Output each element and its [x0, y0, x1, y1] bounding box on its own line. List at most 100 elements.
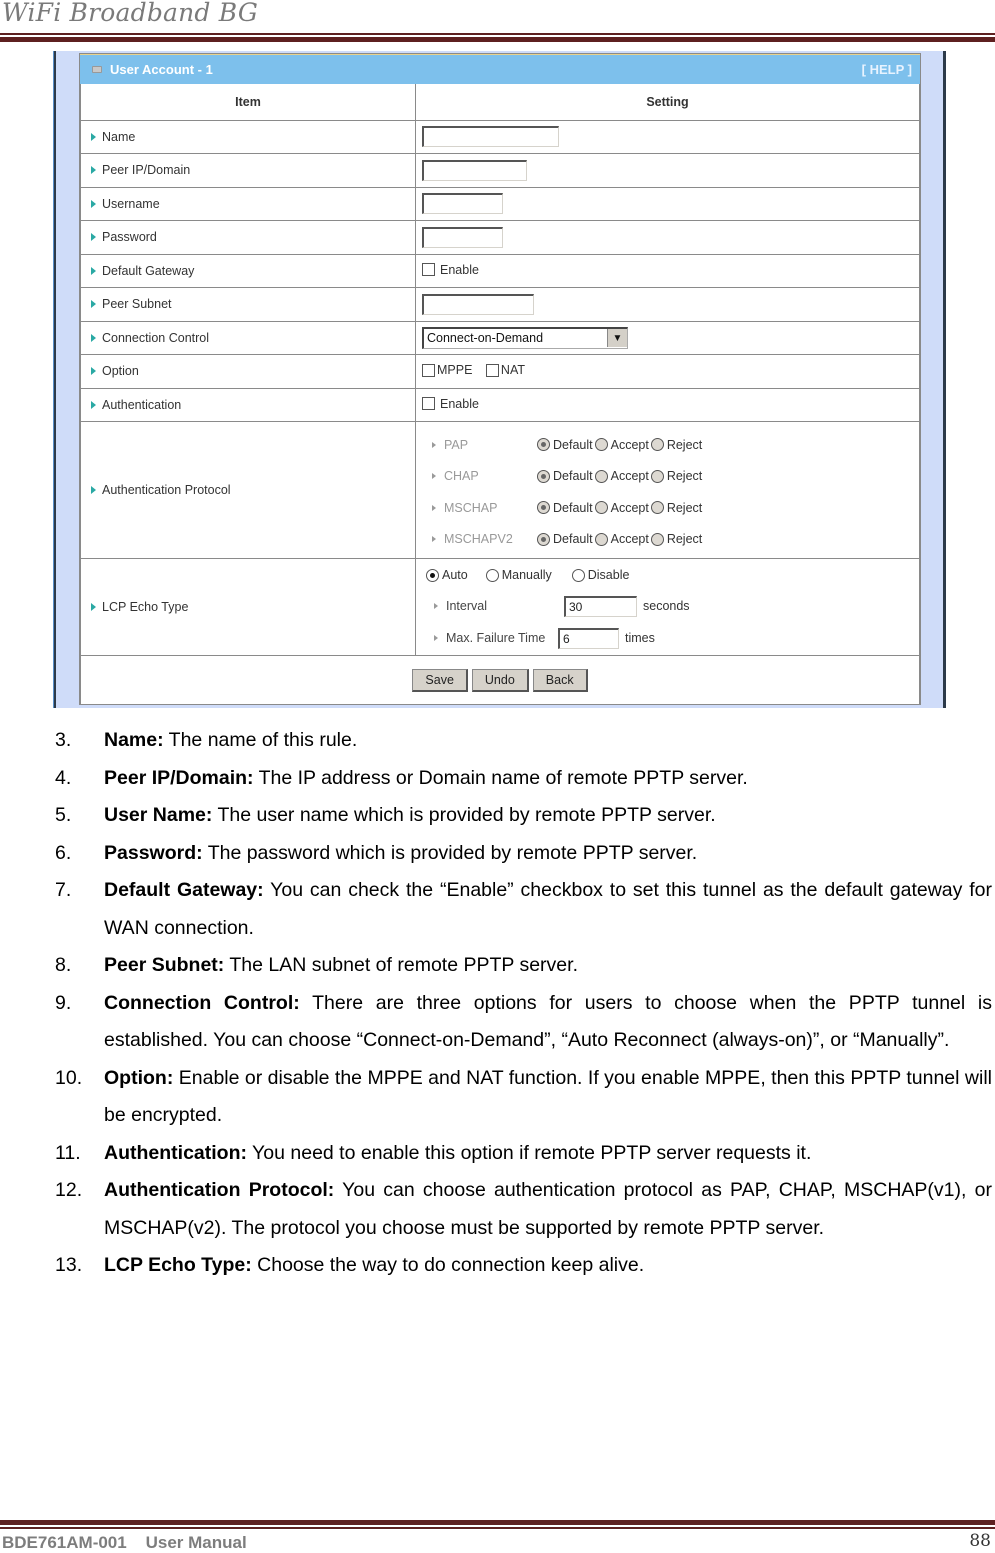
radio-label: Manually — [501, 568, 552, 582]
description-item: 7. Default Gateway: You can check the “En… — [55, 872, 992, 947]
mschapv2-accept-radio[interactable] — [594, 532, 608, 546]
bullet-arrow-icon — [91, 333, 96, 342]
pap-accept-radio[interactable] — [594, 438, 608, 452]
bullet-arrow-icon — [432, 473, 436, 480]
mschap-accept-radio[interactable] — [594, 501, 608, 515]
item-text: Default Gateway: You can check the “Enab… — [104, 872, 992, 947]
item-term: Option: — [104, 1066, 174, 1089]
interval-input[interactable] — [564, 595, 637, 617]
bullet-arrow-icon — [91, 132, 96, 141]
item-term: Peer Subnet: — [104, 954, 225, 976]
chevron-down-icon[interactable]: ▼ — [607, 329, 627, 348]
pap-default-radio[interactable] — [537, 438, 550, 452]
name-input[interactable] — [422, 126, 559, 148]
item-number: 3. — [55, 729, 72, 751]
chap-reject-radio[interactable] — [650, 469, 664, 483]
item-description: The LAN subnet of remote PPTP server. — [224, 954, 578, 976]
ui-screenshot: User Account - 1 [ HELP ] Item Setting N… — [53, 51, 946, 708]
row-password: Password — [80, 220, 920, 255]
radio-label: Auto — [442, 568, 468, 582]
description-item: 6. Password: The password which is provid… — [55, 835, 992, 873]
protocol-row-chap: CHAP Default Accept Reject — [422, 461, 919, 493]
default-gateway-checkbox[interactable] — [422, 263, 435, 276]
description-item: 8. Peer Subnet: The LAN subnet of remote … — [55, 947, 992, 985]
bullet-arrow-icon — [432, 441, 436, 448]
undo-button[interactable]: Undo — [471, 668, 529, 692]
item-number: 4. — [55, 766, 72, 789]
username-input[interactable] — [422, 193, 503, 215]
footer-rule-thick — [0, 1520, 995, 1525]
item-number: 12. — [55, 1179, 83, 1201]
interval-label: Interval — [446, 599, 487, 613]
page-number: 88 — [969, 1531, 991, 1551]
lcp-manually-radio[interactable] — [485, 568, 499, 582]
item-term: Authentication: — [104, 1141, 247, 1164]
bullet-arrow-icon — [91, 199, 96, 208]
pap-reject-radio[interactable] — [650, 438, 664, 452]
item-description: The user name which is provided by remot… — [212, 804, 716, 826]
mschapv2-default-radio[interactable] — [537, 532, 550, 546]
row-username: Username — [80, 186, 920, 221]
bullet-arrow-icon — [91, 233, 96, 242]
bullet-arrow-icon — [91, 300, 96, 309]
panel-icon — [92, 66, 102, 73]
connection-control-select[interactable]: Connect-on-Demand ▼ — [422, 326, 628, 349]
chap-accept-radio[interactable] — [594, 469, 608, 483]
nat-checkbox[interactable] — [485, 363, 499, 377]
description-item: 13. LCP Echo Type: Choose the way to do c… — [55, 1247, 992, 1285]
chap-default-radio[interactable] — [537, 469, 550, 483]
footer-rule-thin — [0, 1527, 995, 1529]
max-failure-input[interactable] — [558, 627, 619, 649]
description-item: 10. Option: Enable or disable the MPPE an… — [55, 1060, 992, 1135]
back-button[interactable]: Back — [532, 668, 588, 692]
item-term: User Name: — [104, 804, 213, 826]
item-text: Peer Subnet: The LAN subnet of remote PP… — [104, 947, 992, 985]
peer-subnet-input[interactable] — [422, 293, 534, 315]
max-failure-row: Max. Failure Time times — [422, 622, 919, 654]
mschap-reject-radio[interactable] — [650, 501, 664, 515]
authentication-label: Authentication — [102, 397, 182, 412]
item-term: LCP Echo Type: — [104, 1254, 252, 1276]
settings-table: Item Setting Name Peer IP/Domain Usernam… — [80, 84, 920, 705]
item-text: Connection Control: There are three opti… — [104, 985, 992, 1060]
authentication-enable-label: Enable — [440, 396, 479, 411]
lcp-auto-radio[interactable] — [426, 568, 439, 582]
item-number: 13. — [55, 1254, 83, 1276]
password-input[interactable] — [422, 226, 503, 248]
connection-control-label: Connection Control — [102, 330, 210, 345]
authentication-checkbox[interactable] — [422, 397, 435, 410]
document-title: WiFi Broadband BG — [2, 0, 258, 27]
mppe-checkbox[interactable] — [422, 363, 435, 377]
password-label: Password — [102, 230, 157, 245]
row-option: Option MPPE NAT — [80, 354, 920, 389]
lcp-disable-radio[interactable] — [571, 568, 585, 582]
item-text: LCP Echo Type: Choose the way to do conn… — [104, 1247, 992, 1285]
protocol-name: MSCHAPV2 — [444, 532, 513, 547]
column-header-item: Item — [80, 84, 416, 121]
row-auth-protocol: Authentication Protocol PAP Default Acce… — [80, 421, 920, 559]
radio-label: Accept — [610, 532, 649, 547]
peer-ip-input[interactable] — [422, 159, 527, 181]
item-term: Name: — [104, 729, 164, 751]
item-description: You need to enable this option if remote… — [246, 1141, 812, 1164]
protocol-row-mschapv2: MSCHAPV2 Default Accept Reject — [422, 524, 919, 556]
row-connection-control: Connection Control Connect-on-Demand ▼ — [80, 320, 920, 355]
save-button[interactable]: Save — [412, 668, 468, 692]
bullet-arrow-icon — [91, 400, 96, 409]
description-item: 5. User Name: The user name which is prov… — [55, 797, 992, 835]
mschapv2-reject-radio[interactable] — [650, 532, 664, 546]
radio-label: Reject — [666, 469, 703, 484]
row-peer-subnet: Peer Subnet — [80, 287, 920, 322]
help-link[interactable]: [ HELP ] — [862, 62, 912, 77]
radio-label: Accept — [610, 469, 649, 484]
mschap-default-radio[interactable] — [537, 501, 550, 515]
header-rule-thin — [0, 33, 995, 35]
description-item: 11. Authentication: You need to enable th… — [55, 1135, 992, 1173]
radio-label: Default — [553, 532, 593, 547]
row-peer-ip: Peer IP/Domain — [80, 153, 920, 188]
radio-label: Disable — [587, 568, 630, 582]
item-text: Option: Enable or disable the MPPE and N… — [104, 1060, 992, 1135]
item-text: Authentication: You need to enable this … — [104, 1135, 992, 1173]
item-description: The name of this rule. — [163, 729, 358, 751]
radio-label: Default — [553, 500, 593, 515]
